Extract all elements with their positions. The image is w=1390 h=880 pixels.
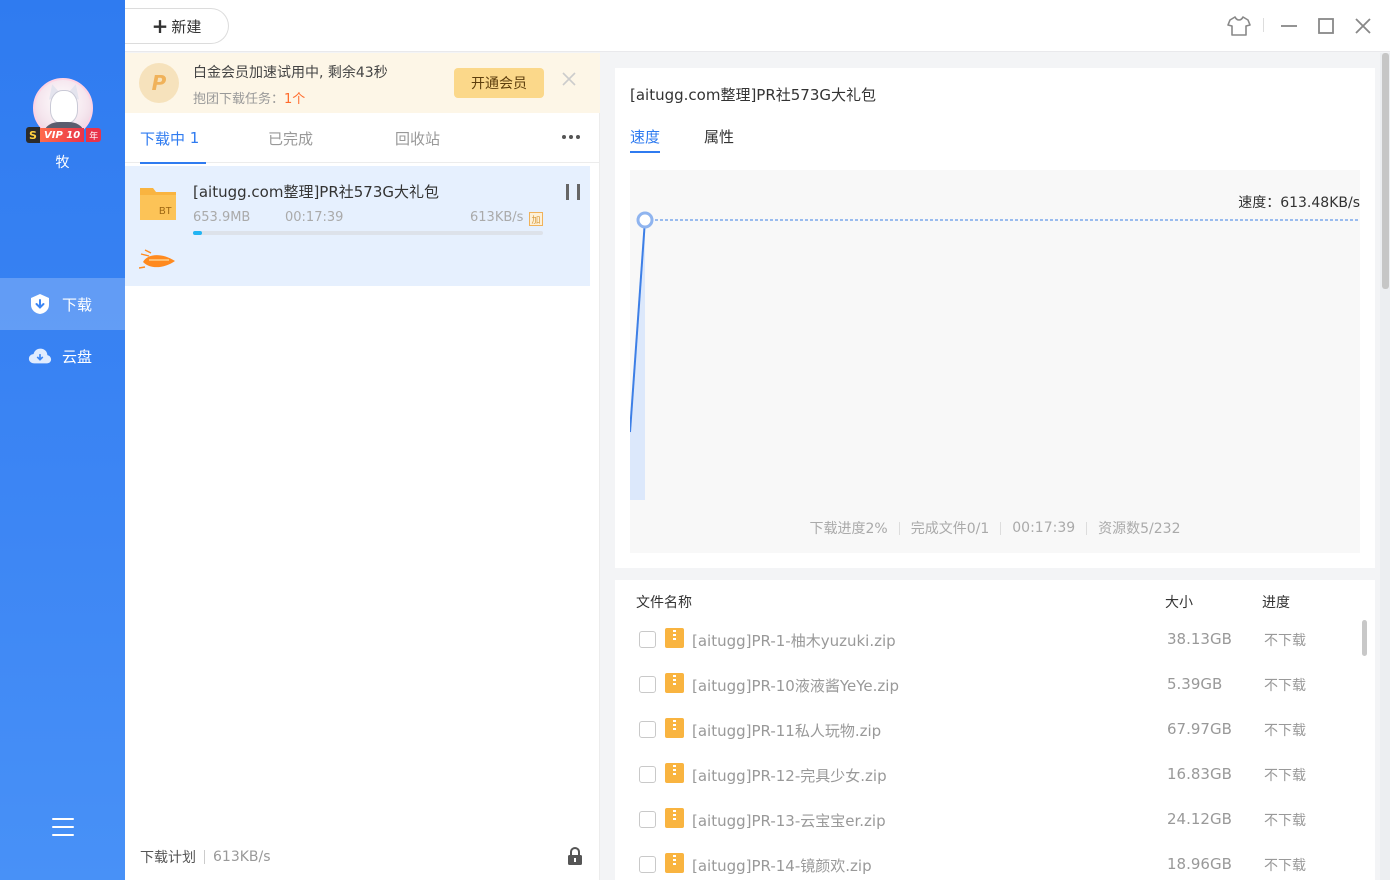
- file-list-scrollbar[interactable]: [1362, 620, 1367, 656]
- close-icon[interactable]: [1351, 14, 1375, 38]
- sidebar: S VIP 10 年 牧 下载 云盘: [0, 0, 125, 880]
- stat-progress: 下载进度2%: [809, 521, 888, 537]
- sidebar-item-label: 云盘: [62, 347, 93, 366]
- tab-speed[interactable]: 速度: [630, 126, 661, 153]
- sidebar-item-cloud[interactable]: 云盘: [0, 330, 125, 382]
- tab-completed[interactable]: 已完成: [268, 113, 313, 163]
- zip-icon: [665, 718, 684, 738]
- stat-files: 完成文件0/1: [910, 521, 990, 537]
- file-row[interactable]: [aitugg]PR-13-云宝宝er.zip 24.12GB 不下载: [615, 798, 1355, 843]
- download-progress-bar: [193, 231, 543, 235]
- minimize-icon[interactable]: [1277, 14, 1301, 38]
- open-vip-button[interactable]: 开通会员: [454, 68, 544, 98]
- download-item[interactable]: BT [aitugg.com整理]PR社573G大礼包 653.9MB 00:1…: [125, 166, 590, 286]
- sidebar-item-download[interactable]: 下载: [0, 278, 125, 330]
- tab-downloading[interactable]: 下载中 1: [140, 113, 207, 164]
- file-checkbox[interactable]: [639, 676, 656, 693]
- more-icon[interactable]: [562, 135, 580, 139]
- menu-icon[interactable]: [52, 818, 74, 836]
- speed-point: [636, 211, 654, 229]
- lock-icon[interactable]: [567, 846, 583, 865]
- download-progress-fill: [193, 231, 203, 235]
- zip-icon: [665, 853, 684, 873]
- cloud-icon: [28, 344, 52, 368]
- vip-badge[interactable]: S VIP 10 年: [26, 127, 102, 143]
- download-shield-icon: [28, 292, 52, 316]
- download-list-panel: P 白金会员加速试用中, 剩余43秒 抱团下载任务：1个 开通会员 下载中 1 …: [125, 53, 600, 880]
- current-speed-label: 速度：613.48KB/s: [1238, 195, 1360, 211]
- tab-recycle-bin[interactable]: 回收站: [395, 113, 440, 163]
- speed-boost-icon[interactable]: [138, 248, 179, 276]
- speed-chart-svg: [630, 211, 1360, 500]
- file-row[interactable]: [aitugg]PR-1-柚木yuzuki.zip 38.13GB 不下载: [615, 618, 1355, 663]
- detail-title: [aitugg.com整理]PR社573G大礼包: [630, 86, 877, 104]
- top-bar: + 新建: [125, 0, 1390, 52]
- accel-badge-icon: 加: [529, 212, 543, 226]
- group-task-text: 抱团下载任务：1个: [193, 92, 306, 107]
- download-speed: 613KB/s: [470, 210, 524, 225]
- stat-sources: 资源数5/232: [1098, 521, 1181, 537]
- download-size: 653.9MB: [193, 210, 251, 225]
- close-banner-icon[interactable]: [561, 71, 577, 87]
- divider: [204, 849, 205, 864]
- maximize-icon[interactable]: [1314, 14, 1338, 38]
- username[interactable]: 牧: [0, 152, 125, 172]
- file-row[interactable]: [aitugg]PR-12-完具少女.zip 16.83GB 不下载: [615, 753, 1355, 798]
- detail-scrollbar-thumb[interactable]: [1382, 53, 1389, 289]
- col-header-progress[interactable]: 进度: [1262, 592, 1290, 612]
- trial-text: 白金会员加速试用中, 剩余43秒: [193, 65, 388, 81]
- stat-time: 00:17:39: [1012, 520, 1076, 536]
- speed-card: [aitugg.com整理]PR社573G大礼包 速度 属性 速度：613.48…: [615, 68, 1375, 568]
- skin-icon[interactable]: [1227, 14, 1251, 38]
- detail-scrollbar[interactable]: [1380, 53, 1390, 880]
- sidebar-item-label: 下载: [62, 295, 93, 314]
- divider: [1263, 18, 1264, 32]
- detail-area: [aitugg.com整理]PR社573G大礼包 速度 属性 速度：613.48…: [600, 53, 1390, 880]
- file-row[interactable]: [aitugg]PR-11私人玩物.zip 67.97GB 不下载: [615, 708, 1355, 753]
- plus-icon: +: [151, 14, 169, 38]
- vip-trial-banner: P 白金会员加速试用中, 剩余43秒 抱团下载任务：1个 开通会员: [125, 53, 600, 113]
- file-checkbox[interactable]: [639, 631, 656, 648]
- zip-icon: [665, 763, 684, 783]
- footer-bar: 下载计划 613KB/s: [125, 833, 600, 880]
- download-stats: 下载进度2% 完成文件0/1 00:17:39 资源数5/232: [630, 518, 1360, 538]
- download-plan-link[interactable]: 下载计划: [140, 847, 196, 867]
- total-speed: 613KB/s: [213, 848, 271, 865]
- bt-folder-icon: BT: [139, 183, 177, 221]
- download-time: 00:17:39: [285, 210, 344, 225]
- file-row[interactable]: [aitugg]PR-10液液酱YeYe.zip 5.39GB 不下载: [615, 663, 1355, 708]
- file-checkbox[interactable]: [639, 721, 656, 738]
- file-list-card: 文件名称 大小 进度 [aitugg]PR-1-柚木yuzuki.zip 38.…: [615, 580, 1375, 880]
- speed-chart: 速度：613.48KB/s 下载进度2% 完成文件0/1 00:17:39 资源…: [630, 170, 1360, 553]
- file-row[interactable]: [aitugg]PR-14-镜颜欢.zip 18.96GB 不下载: [615, 843, 1355, 880]
- file-checkbox[interactable]: [639, 766, 656, 783]
- zip-icon: [665, 628, 684, 648]
- pause-icon[interactable]: [566, 184, 580, 200]
- download-name: [aitugg.com整理]PR社573G大礼包: [193, 183, 440, 201]
- file-checkbox[interactable]: [639, 811, 656, 828]
- platinum-logo-icon: P: [139, 63, 179, 103]
- col-header-name[interactable]: 文件名称: [636, 592, 692, 612]
- zip-icon: [665, 673, 684, 693]
- file-checkbox[interactable]: [639, 856, 656, 873]
- zip-icon: [665, 808, 684, 828]
- col-header-size[interactable]: 大小: [1165, 592, 1193, 612]
- download-tabs: 下载中 1 已完成 回收站: [125, 113, 600, 164]
- new-task-button[interactable]: + 新建: [125, 8, 229, 44]
- tab-properties[interactable]: 属性: [704, 126, 734, 147]
- svg-text:BT: BT: [159, 206, 172, 217]
